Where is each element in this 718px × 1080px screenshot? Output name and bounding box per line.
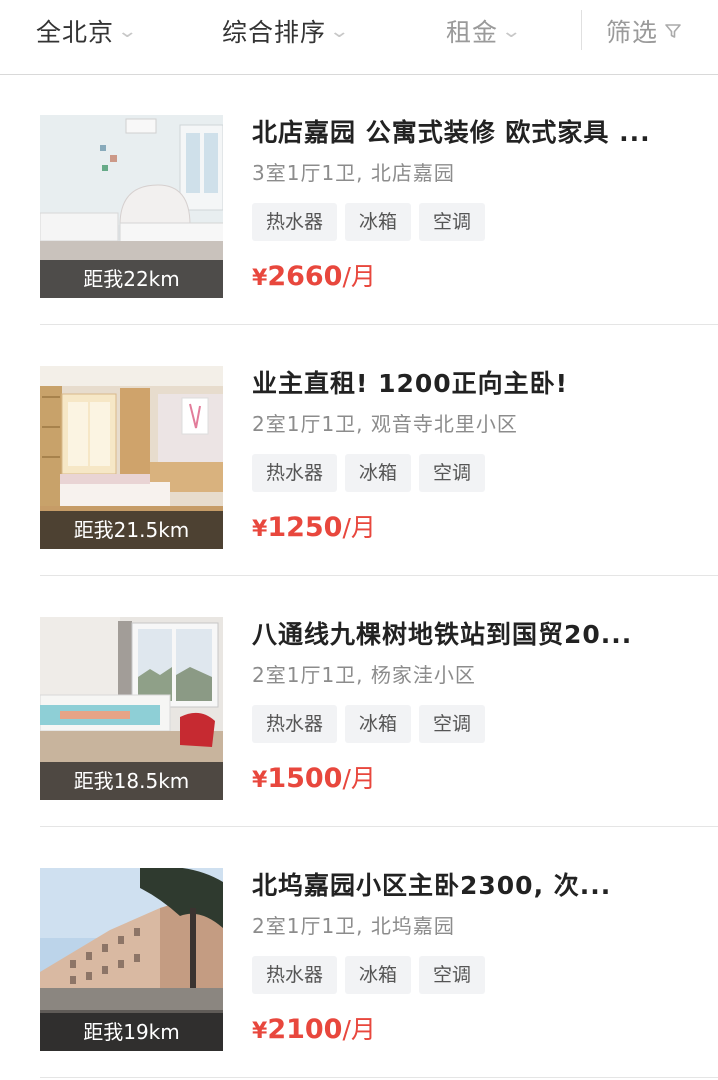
- price-unit: /月: [342, 262, 376, 291]
- listing-subtitle: 2室1厅1卫, 观音寺北里小区: [252, 412, 518, 436]
- amenity-tag: 冰箱: [345, 956, 412, 994]
- sort-filter-label: 综合排序: [222, 18, 327, 47]
- listing-subtitle: 2室1厅1卫, 杨家洼小区: [252, 663, 476, 687]
- distance-label: 距我19km: [40, 1013, 223, 1051]
- listing-card[interactable]: 距我21.5km 业主直租! 1200正向主卧! 2室1厅1卫, 观音寺北里小区…: [0, 326, 718, 576]
- amenity-tag: 热水器: [252, 203, 338, 241]
- listing-card[interactable]: 距我18.5km 八通线九棵树地铁站到国贸20... 2室1厅1卫, 杨家洼小区…: [0, 577, 718, 827]
- amenity-tag: 热水器: [252, 705, 338, 743]
- amenity-tag: 空调: [419, 705, 486, 743]
- currency-symbol: ¥: [252, 1019, 268, 1044]
- divider: [40, 826, 718, 827]
- city-filter[interactable]: 全北京 ⌄: [36, 0, 138, 62]
- listing-title[interactable]: 八通线九棵树地铁站到国贸20...: [252, 615, 672, 651]
- price-value: 2660: [267, 261, 343, 292]
- rent-filter[interactable]: 租金 ⌄: [446, 0, 522, 62]
- listing-subtitle: 2室1厅1卫, 北坞嘉园: [252, 914, 455, 938]
- listing-title[interactable]: 北店嘉园 公寓式装修 欧式家具 ...: [252, 113, 672, 149]
- amenity-tag: 空调: [419, 203, 486, 241]
- chevron-down-icon: ⌄: [500, 20, 524, 42]
- price-value: 1250: [267, 512, 343, 543]
- divider: [40, 1077, 718, 1078]
- currency-symbol: ¥: [252, 266, 268, 291]
- amenity-tag: 冰箱: [345, 203, 412, 241]
- amenity-tags: 热水器 冰箱 空调: [252, 203, 486, 241]
- currency-symbol: ¥: [252, 517, 268, 542]
- amenity-tag: 空调: [419, 454, 486, 492]
- amenity-tag: 冰箱: [345, 705, 412, 743]
- city-filter-label: 全北京: [36, 18, 115, 47]
- listing-photo[interactable]: 距我19km: [40, 868, 223, 1051]
- price-unit: /月: [342, 764, 376, 793]
- amenity-tag: 空调: [419, 956, 486, 994]
- chevron-down-icon: ⌄: [116, 20, 140, 42]
- distance-label: 距我22km: [40, 260, 223, 298]
- amenity-tags: 热水器 冰箱 空调: [252, 956, 486, 994]
- amenity-tags: 热水器 冰箱 空调: [252, 705, 486, 743]
- listing-price: ¥2660/月: [252, 257, 376, 293]
- listing-title[interactable]: 北坞嘉园小区主卧2300, 次...: [252, 866, 672, 902]
- divider: [40, 324, 718, 325]
- chevron-down-icon: ⌄: [328, 20, 352, 42]
- price-value: 1500: [267, 763, 343, 794]
- listing-card[interactable]: 距我22km 北店嘉园 公寓式装修 欧式家具 ... 3室1厅1卫, 北店嘉园 …: [0, 75, 718, 325]
- distance-label: 距我21.5km: [40, 511, 223, 549]
- funnel-icon: [664, 17, 682, 46]
- divider: [40, 575, 718, 576]
- listing-price: ¥2100/月: [252, 1010, 376, 1046]
- amenity-tag: 热水器: [252, 454, 338, 492]
- sort-filter[interactable]: 综合排序 ⌄: [222, 0, 350, 62]
- currency-symbol: ¥: [252, 768, 268, 793]
- amenity-tags: 热水器 冰箱 空调: [252, 454, 486, 492]
- filter-divider: [581, 10, 582, 50]
- amenity-tag: 热水器: [252, 956, 338, 994]
- distance-label: 距我18.5km: [40, 762, 223, 800]
- price-value: 2100: [267, 1014, 343, 1045]
- screen-filter[interactable]: 筛选: [606, 0, 682, 62]
- listing-subtitle: 3室1厅1卫, 北店嘉园: [252, 161, 455, 185]
- listing-price: ¥1250/月: [252, 508, 376, 544]
- listing-price: ¥1500/月: [252, 759, 376, 795]
- listing-photo[interactable]: 距我21.5km: [40, 366, 223, 549]
- listing-photo[interactable]: 距我18.5km: [40, 617, 223, 800]
- amenity-tag: 冰箱: [345, 454, 412, 492]
- rent-filter-label: 租金: [446, 18, 499, 47]
- listing-photo[interactable]: 距我22km: [40, 115, 223, 298]
- price-unit: /月: [342, 513, 376, 542]
- filter-bar: 全北京 ⌄ 综合排序 ⌄ 租金 ⌄ 筛选: [0, 0, 718, 75]
- listing-card[interactable]: 距我19km 北坞嘉园小区主卧2300, 次... 2室1厅1卫, 北坞嘉园 热…: [0, 828, 718, 1078]
- screen-filter-label: 筛选: [606, 18, 659, 47]
- price-unit: /月: [342, 1015, 376, 1044]
- listing-title[interactable]: 业主直租! 1200正向主卧!: [252, 364, 672, 400]
